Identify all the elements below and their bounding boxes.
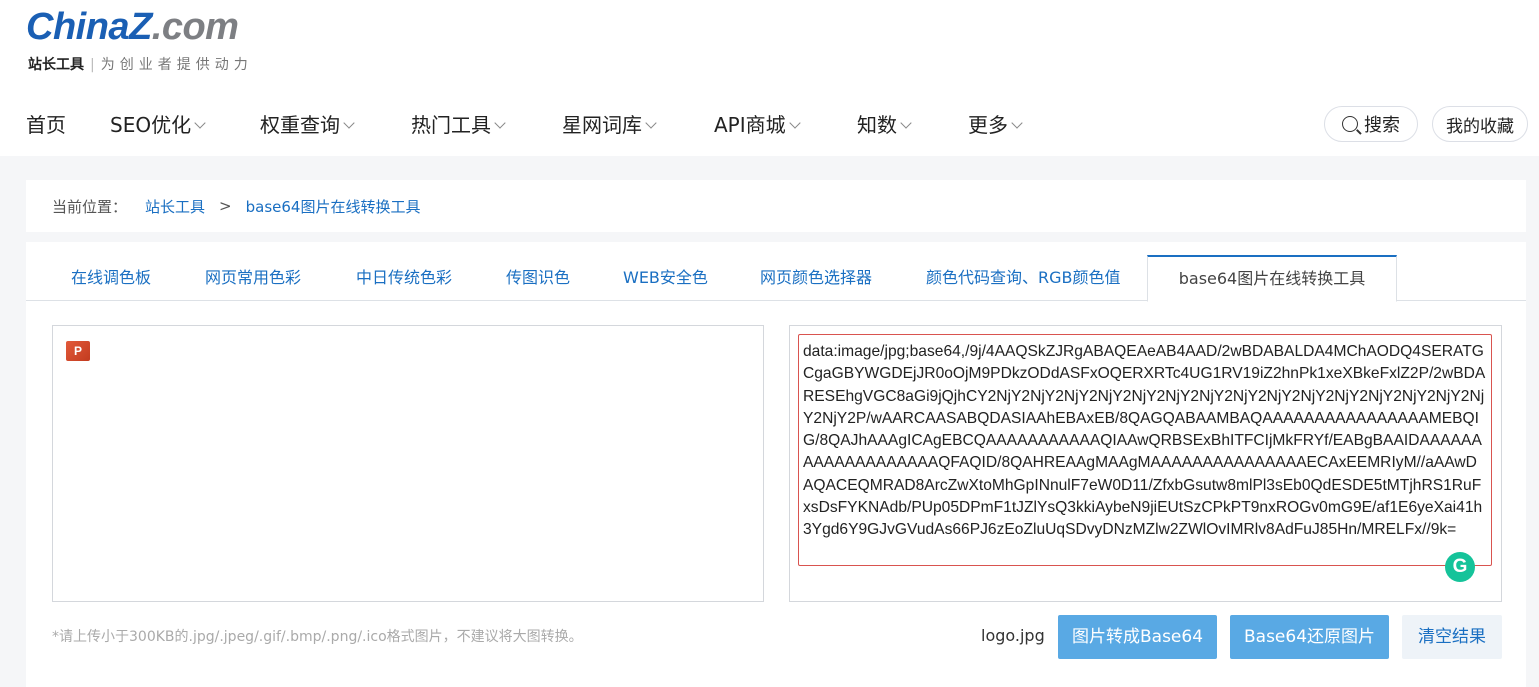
nav-item-weight[interactable]: 权重查询	[260, 109, 355, 138]
file-name-label: logo.jpg	[981, 626, 1045, 645]
chevron-down-icon	[645, 117, 657, 129]
base64-textarea[interactable]: data:image/jpg;base64,/9j/4AAQSkZJRgABAQ…	[798, 334, 1492, 566]
restore-image-button[interactable]: Base64还原图片	[1230, 615, 1389, 659]
breadcrumb-home-link[interactable]: 站长工具	[145, 196, 205, 217]
tab-color-palette[interactable]: 在线调色板	[71, 255, 151, 301]
tab-color-code-query[interactable]: 颜色代码查询、RGB颜色值	[926, 255, 1121, 301]
nav-item-home[interactable]: 首页	[26, 109, 66, 138]
tab-web-color-selector[interactable]: 网页颜色选择器	[760, 255, 872, 301]
site-header: ChinaZ.com 站长工具 | 为创业者提供动力 首页 SEO优化 权重查询 热…	[0, 0, 1539, 156]
chinaz-logo[interactable]: ChinaZ.com 站长工具 | 为创业者提供动力	[26, 6, 286, 76]
tab-web-common-colors[interactable]: 网页常用色彩	[205, 255, 301, 301]
chevron-down-icon	[343, 117, 355, 129]
search-label: 搜索	[1364, 115, 1400, 136]
nav-item-more[interactable]: 更多	[968, 109, 1023, 138]
breadcrumb-separator: >	[219, 197, 232, 215]
nav-item-zhishu[interactable]: 知数	[857, 109, 912, 138]
logo-wordmark: ChinaZ.com	[26, 6, 239, 48]
favorites-label: 我的收藏	[1446, 116, 1514, 137]
logo-subtitle: 站长工具 | 为创业者提供动力	[28, 57, 253, 73]
powerpoint-file-icon: P	[66, 341, 90, 361]
tab-web-safe-colors[interactable]: WEB安全色	[623, 255, 708, 301]
tab-base64-image[interactable]: base64图片在线转换工具	[1147, 255, 1397, 302]
search-button[interactable]: 搜索	[1324, 106, 1418, 142]
tool-tabs: 在线调色板 网页常用色彩 中日传统色彩 传图识色 WEB安全色 网页颜色选择器 …	[26, 255, 1526, 302]
favorites-button[interactable]: 我的收藏	[1432, 106, 1528, 142]
image-upload-area[interactable]: P	[52, 325, 764, 602]
nav-item-seo[interactable]: SEO优化	[110, 109, 206, 138]
breadcrumb: 当前位置： 站长工具 > base64图片在线转换工具	[26, 180, 1526, 232]
tool-panel: 在线调色板 网页常用色彩 中日传统色彩 传图识色 WEB安全色 网页颜色选择器 …	[26, 242, 1526, 687]
nav-item-hot-tools[interactable]: 热门工具	[411, 109, 506, 138]
base64-output-box: data:image/jpg;base64,/9j/4AAQSkZJRgABAQ…	[789, 325, 1502, 602]
nav-item-api-store[interactable]: API商城	[714, 109, 801, 138]
chevron-down-icon	[194, 117, 206, 129]
search-icon	[1342, 116, 1358, 132]
clear-result-button[interactable]: 清空结果	[1402, 615, 1502, 659]
breadcrumb-current[interactable]: base64图片在线转换工具	[246, 196, 421, 217]
chevron-down-icon	[900, 117, 912, 129]
chevron-down-icon	[494, 117, 506, 129]
chevron-down-icon	[1011, 117, 1023, 129]
breadcrumb-prefix: 当前位置：	[52, 197, 128, 216]
tab-traditional-colors[interactable]: 中日传统色彩	[356, 255, 452, 301]
upload-hint: *请上传小于300KB的.jpg/.jpeg/.gif/.bmp/.png/.i…	[52, 629, 583, 645]
convert-to-base64-button[interactable]: 图片转成Base64	[1058, 615, 1217, 659]
chevron-down-icon	[788, 117, 801, 129]
nav-item-word-library[interactable]: 星网词库	[562, 109, 657, 138]
tab-image-color-picker[interactable]: 传图识色	[506, 255, 570, 301]
grammarly-icon[interactable]: G	[1445, 552, 1475, 582]
